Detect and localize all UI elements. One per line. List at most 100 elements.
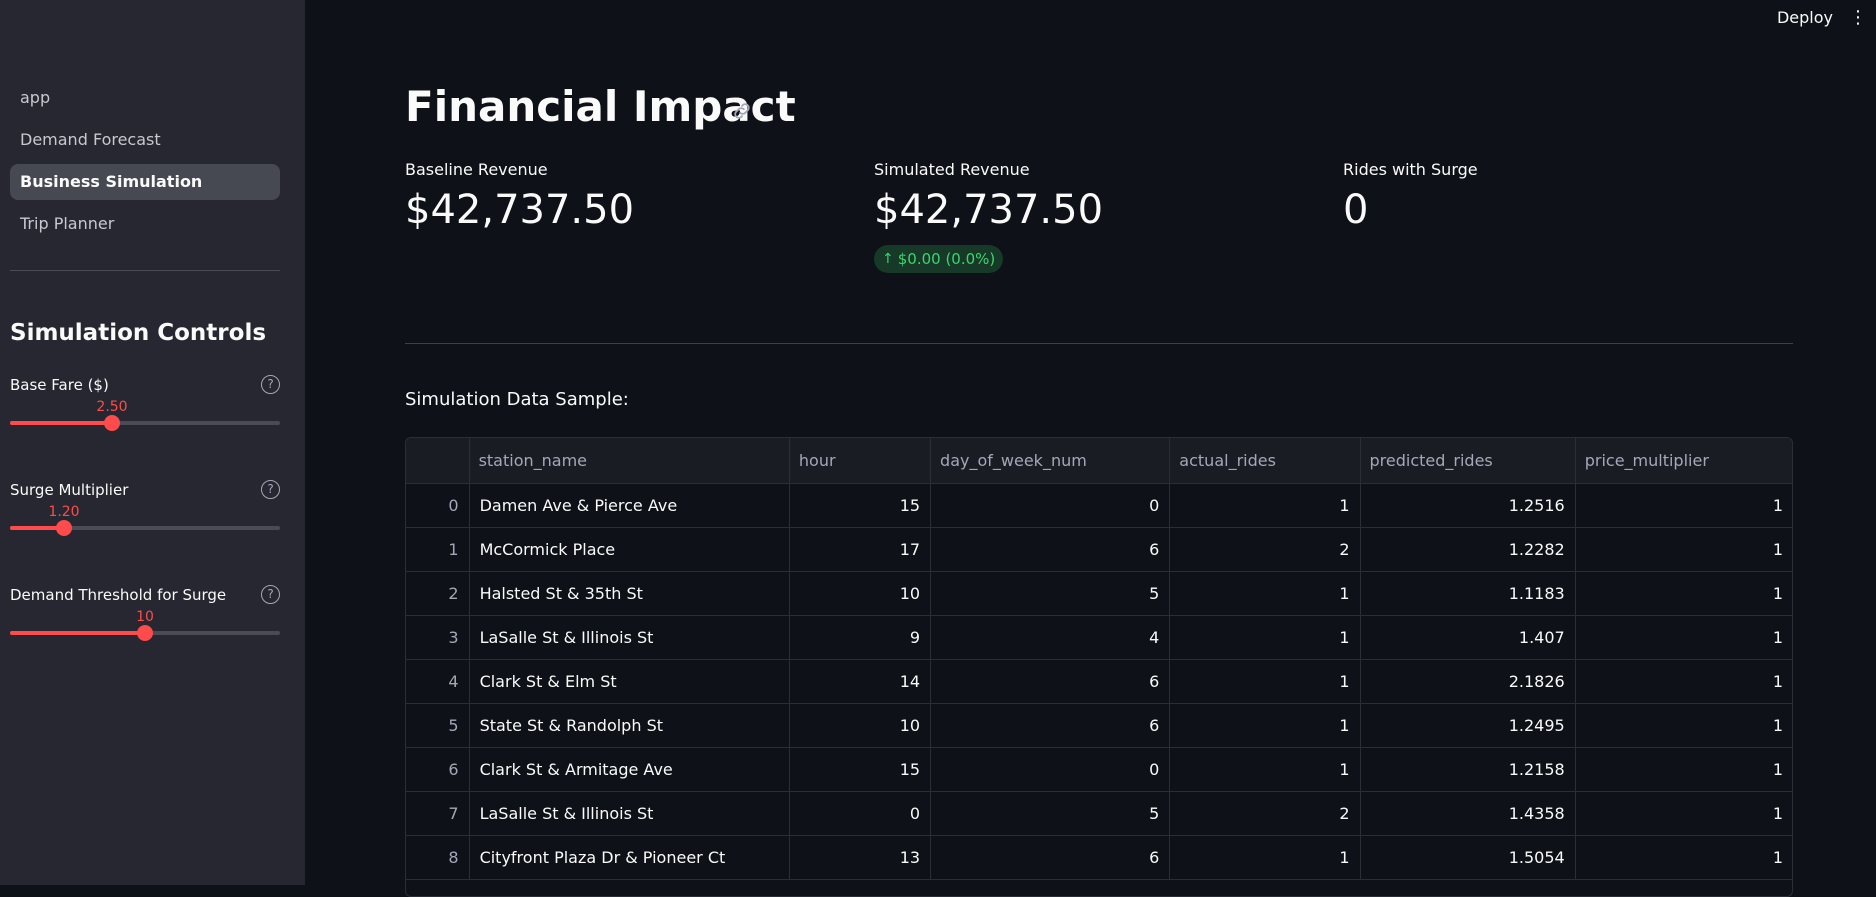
- cell-price-multiplier: 1: [1575, 527, 1792, 572]
- base-fare-value: 2.50: [96, 399, 128, 415]
- cell-actual-rides: 1: [1169, 571, 1361, 616]
- nav-item-trip-planner[interactable]: Trip Planner: [10, 206, 280, 242]
- table-row[interactable]: 5 State St & Randolph St 10 6 1 1.2495 1: [406, 703, 1792, 748]
- sidebar-nav: app Demand Forecast Business Simulation …: [10, 80, 280, 248]
- table-row[interactable]: 4 Clark St & Elm St 14 6 1 2.1826 1: [406, 659, 1792, 704]
- cell-predicted-rides: 1.2158: [1360, 747, 1576, 792]
- nav-item-app[interactable]: app: [10, 80, 280, 116]
- table-row[interactable]: 1 McCormick Place 17 6 2 1.2282 1: [406, 527, 1792, 572]
- table-header-row: station_name hour day_of_week_num actual_ri…: [406, 438, 1792, 484]
- table-body: 0 Damen Ave & Pierce Ave 15 0 1 1.2516 1 1 McCor…: [406, 483, 1792, 880]
- metric-value: 0: [1343, 187, 1369, 233]
- nav-item-business-simulation[interactable]: Business Simulation: [10, 164, 280, 200]
- base-fare-thumb[interactable]: [104, 415, 120, 431]
- sidebar-divider: [10, 270, 280, 271]
- surge-multiplier-track[interactable]: [10, 526, 280, 530]
- vertical-dots-icon[interactable]: ⋮: [1848, 8, 1868, 30]
- cell-actual-rides: 1: [1169, 747, 1361, 792]
- cell-day-of-week-num: 4: [930, 615, 1171, 660]
- cell-hour: 17: [789, 527, 932, 572]
- cell-index: 5: [406, 703, 470, 748]
- cell-day-of-week-num: 6: [930, 527, 1171, 572]
- cell-index: 6: [406, 747, 470, 792]
- column-header-price-multiplier[interactable]: price_multiplier: [1575, 438, 1792, 484]
- cell-price-multiplier: 1: [1575, 835, 1792, 880]
- table-row[interactable]: 7 LaSalle St & Illinois St 0 5 2 1.4358 1: [406, 791, 1792, 836]
- cell-hour: 9: [789, 615, 932, 660]
- metric-label: Baseline Revenue: [405, 160, 548, 179]
- demand-threshold-thumb[interactable]: [137, 625, 153, 641]
- link-icon[interactable]: [731, 100, 753, 122]
- cell-actual-rides: 1: [1169, 835, 1361, 880]
- surge-multiplier-label: Surge Multiplier: [10, 481, 129, 499]
- table-row[interactable]: 3 LaSalle St & Illinois St 9 4 1 1.407 1: [406, 615, 1792, 660]
- cell-predicted-rides: 1.2495: [1360, 703, 1576, 748]
- cell-station-name: McCormick Place: [469, 527, 790, 572]
- cell-actual-rides: 1: [1169, 615, 1361, 660]
- cell-day-of-week-num: 6: [930, 659, 1171, 704]
- cell-price-multiplier: 1: [1575, 615, 1792, 660]
- cell-station-name: LaSalle St & Illinois St: [469, 615, 790, 660]
- cell-day-of-week-num: 6: [930, 703, 1171, 748]
- column-header-station-name[interactable]: station_name: [469, 438, 790, 484]
- cell-day-of-week-num: 0: [930, 483, 1171, 528]
- cell-hour: 13: [789, 835, 932, 880]
- cell-price-multiplier: 1: [1575, 791, 1792, 836]
- surge-multiplier-thumb[interactable]: [56, 520, 72, 536]
- help-icon[interactable]: ?: [261, 375, 280, 394]
- demand-threshold-slider-group: Demand Threshold for Surge ? 10: [10, 585, 280, 656]
- cell-predicted-rides: 1.2282: [1360, 527, 1576, 572]
- sidebar-section-title: Simulation Controls: [10, 320, 267, 346]
- nav-item-demand-forecast[interactable]: Demand Forecast: [10, 122, 280, 158]
- column-header-index[interactable]: [406, 438, 470, 484]
- cell-day-of-week-num: 0: [930, 747, 1171, 792]
- base-fare-slider-group: Base Fare ($) ? 2.50: [10, 375, 280, 446]
- metric-value: $42,737.50: [874, 187, 1104, 233]
- column-header-day-of-week-num[interactable]: day_of_week_num: [930, 438, 1171, 484]
- cell-station-name: LaSalle St & Illinois St: [469, 791, 790, 836]
- cell-price-multiplier: 1: [1575, 659, 1792, 704]
- cell-predicted-rides: 2.1826: [1360, 659, 1576, 704]
- base-fare-label: Base Fare ($): [10, 376, 109, 394]
- table-row[interactable]: 0 Damen Ave & Pierce Ave 15 0 1 1.2516 1: [406, 483, 1792, 528]
- cell-station-name: Clark St & Elm St: [469, 659, 790, 704]
- arrow-up-icon: ↑: [882, 251, 894, 267]
- base-fare-fill: [10, 421, 112, 425]
- delta-badge: ↑ $0.00 (0.0%): [874, 245, 1004, 273]
- help-icon[interactable]: ?: [261, 585, 280, 604]
- metric-label: Simulated Revenue: [874, 160, 1030, 179]
- base-fare-track[interactable]: [10, 421, 280, 425]
- cell-index: 4: [406, 659, 470, 704]
- surge-multiplier-value: 1.20: [48, 504, 80, 520]
- cell-actual-rides: 1: [1169, 659, 1361, 704]
- column-header-actual-rides[interactable]: actual_rides: [1169, 438, 1361, 484]
- cell-station-name: Damen Ave & Pierce Ave: [469, 483, 790, 528]
- table-row[interactable]: 2 Halsted St & 35th St 10 5 1 1.1183 1: [406, 571, 1792, 616]
- metric-label: Rides with Surge: [1343, 160, 1478, 179]
- cell-actual-rides: 2: [1169, 791, 1361, 836]
- cell-index: 8: [406, 835, 470, 880]
- section-divider: [405, 343, 1793, 344]
- metric-value: $42,737.50: [405, 187, 635, 233]
- cell-station-name: Clark St & Armitage Ave: [469, 747, 790, 792]
- data-table[interactable]: station_name hour day_of_week_num actual_ri…: [405, 437, 1793, 897]
- help-icon[interactable]: ?: [261, 480, 280, 499]
- column-header-hour[interactable]: hour: [789, 438, 932, 484]
- cell-price-multiplier: 1: [1575, 571, 1792, 616]
- cell-actual-rides: 2: [1169, 527, 1361, 572]
- deploy-button[interactable]: Deploy: [1777, 8, 1833, 27]
- cell-station-name: Cityfront Plaza Dr & Pioneer Ct: [469, 835, 790, 880]
- cell-day-of-week-num: 6: [930, 835, 1171, 880]
- cell-index: 1: [406, 527, 470, 572]
- cell-predicted-rides: 1.4358: [1360, 791, 1576, 836]
- table-row[interactable]: 8 Cityfront Plaza Dr & Pioneer Ct 13 6 1 1.50…: [406, 835, 1792, 880]
- cell-index: 3: [406, 615, 470, 660]
- delta-value: $0.00 (0.0%): [897, 250, 996, 268]
- column-header-predicted-rides[interactable]: predicted_rides: [1360, 438, 1576, 484]
- cell-price-multiplier: 1: [1575, 483, 1792, 528]
- cell-hour: 10: [789, 703, 932, 748]
- metric-baseline-revenue: Baseline Revenue $42,737.50: [405, 160, 825, 233]
- cell-price-multiplier: 1: [1575, 747, 1792, 792]
- table-row[interactable]: 6 Clark St & Armitage Ave 15 0 1 1.2158 1: [406, 747, 1792, 792]
- demand-threshold-label: Demand Threshold for Surge: [10, 586, 227, 604]
